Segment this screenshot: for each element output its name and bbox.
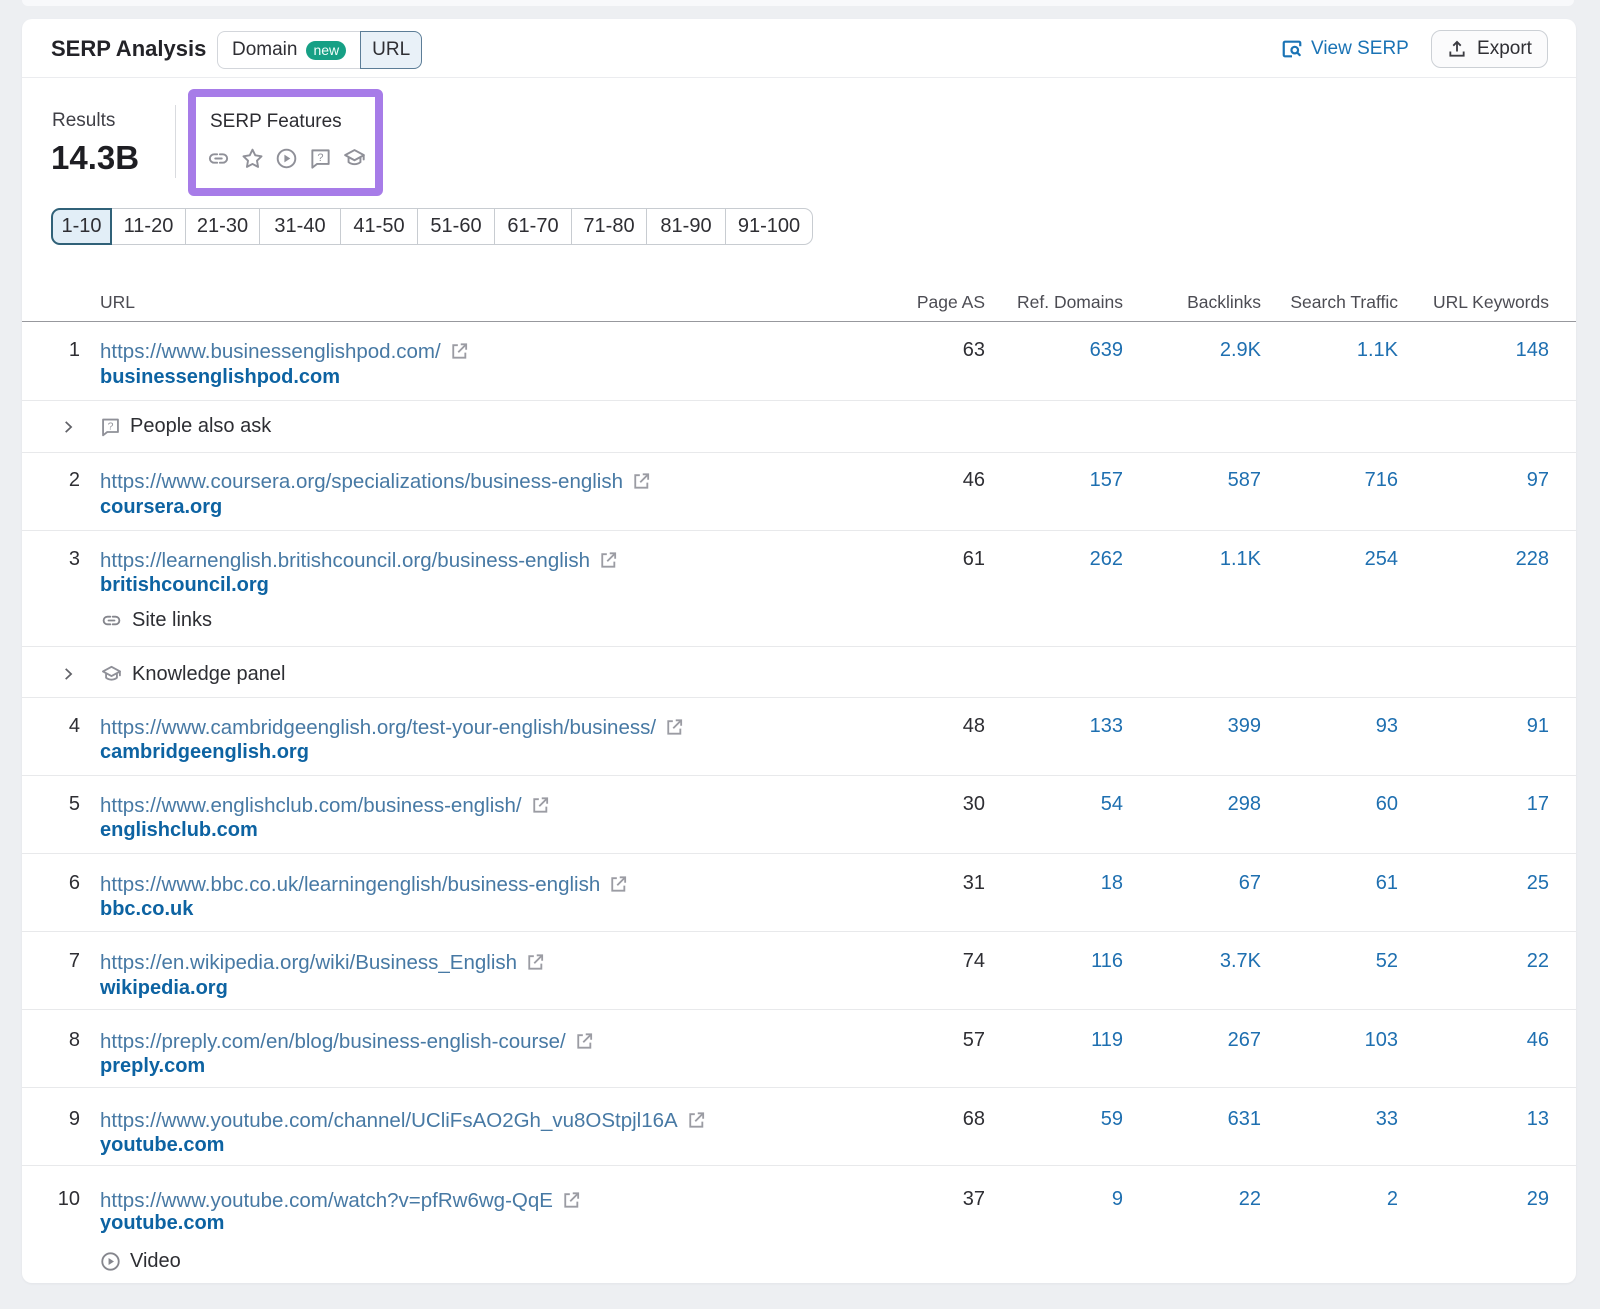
svg-text:?: ? [108,420,114,432]
svg-text:?: ? [317,152,323,164]
